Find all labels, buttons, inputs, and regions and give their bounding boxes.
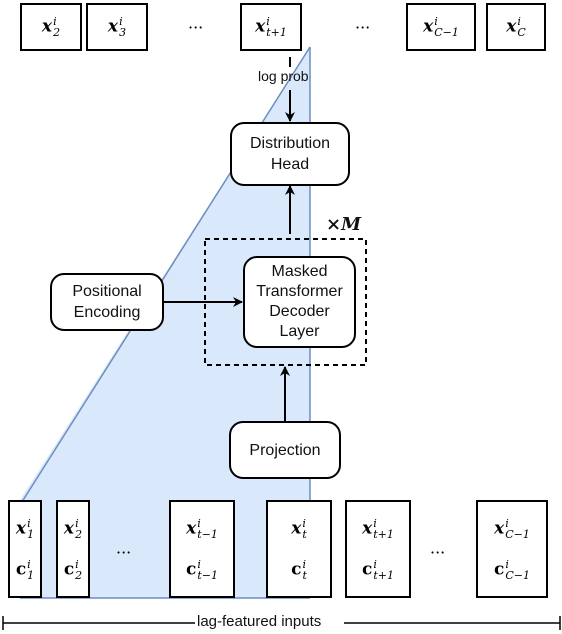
input-c-label: ci2 (63, 557, 83, 582)
output-ellipsis-left: ··· (188, 18, 204, 37)
output-token-label: xi2 (41, 15, 61, 39)
input-x-label: xi1 (15, 516, 35, 541)
output-token-label: xiC (506, 15, 526, 39)
decoder-label-4: Layer (279, 323, 320, 340)
input-c-label: ci1 (15, 557, 35, 582)
input-x-label: xi2 (63, 516, 83, 541)
input-x-label: x i C−1 (494, 516, 530, 541)
input-token-2: xi2 ci2 (56, 500, 90, 598)
input-x-label: x i t−1 (186, 516, 218, 541)
output-token-next: x i t+1 (240, 3, 302, 51)
positional-label-2: Encoding (73, 304, 141, 321)
masked-decoder-layer-block: Masked Transformer Decoder Layer (243, 256, 356, 348)
distribution-head-label-2: Head (270, 156, 310, 173)
input-c-label: c i t−1 (186, 557, 218, 582)
distribution-head-block: Distribution Head (230, 122, 350, 186)
output-token-1: xi2 (20, 3, 82, 51)
projection-label: Projection (249, 441, 321, 459)
output-token-2: xi3 (86, 3, 148, 51)
positional-label-1: Positional (72, 283, 142, 300)
input-token-c-minus-1: x i C−1 c i C−1 (476, 500, 548, 598)
output-token-label: x i t+1 (255, 15, 287, 39)
input-c-label: c i t+1 (362, 557, 394, 582)
output-token-label: xi3 (107, 15, 127, 39)
output-token-c: xiC (486, 3, 546, 51)
repeat-count-label: ×M (326, 214, 362, 235)
input-c-label: cit (291, 557, 307, 582)
decoder-label-2: Transformer (256, 283, 343, 300)
projection-block: Projection (229, 421, 341, 479)
input-token-t: xit cit (266, 500, 332, 598)
output-token-label: x i C−1 (423, 15, 459, 39)
output-ellipsis-right: ··· (355, 18, 371, 37)
input-token-1: xi1 ci1 (8, 500, 42, 598)
decoder-label-1: Masked (271, 263, 328, 280)
decoder-label-3: Decoder (269, 303, 330, 320)
lag-featured-inputs-label: lag-featured inputs (197, 613, 322, 630)
output-token-c-minus-1: x i C−1 (406, 3, 476, 51)
log-prob-label: log prob (258, 68, 309, 84)
positional-encoding-block: Positional Encoding (50, 273, 164, 331)
input-ellipsis-right: ··· (430, 543, 446, 562)
input-x-label: xit (291, 516, 307, 541)
input-x-label: x i t+1 (362, 516, 394, 541)
input-token-t-plus-1: x i t+1 c i t+1 (345, 500, 411, 598)
distribution-head-label-1: Distribution (249, 135, 331, 152)
input-token-t-minus-1: x i t−1 c i t−1 (169, 500, 235, 598)
input-c-label: c i C−1 (494, 557, 530, 582)
input-ellipsis-left: ··· (116, 543, 132, 562)
